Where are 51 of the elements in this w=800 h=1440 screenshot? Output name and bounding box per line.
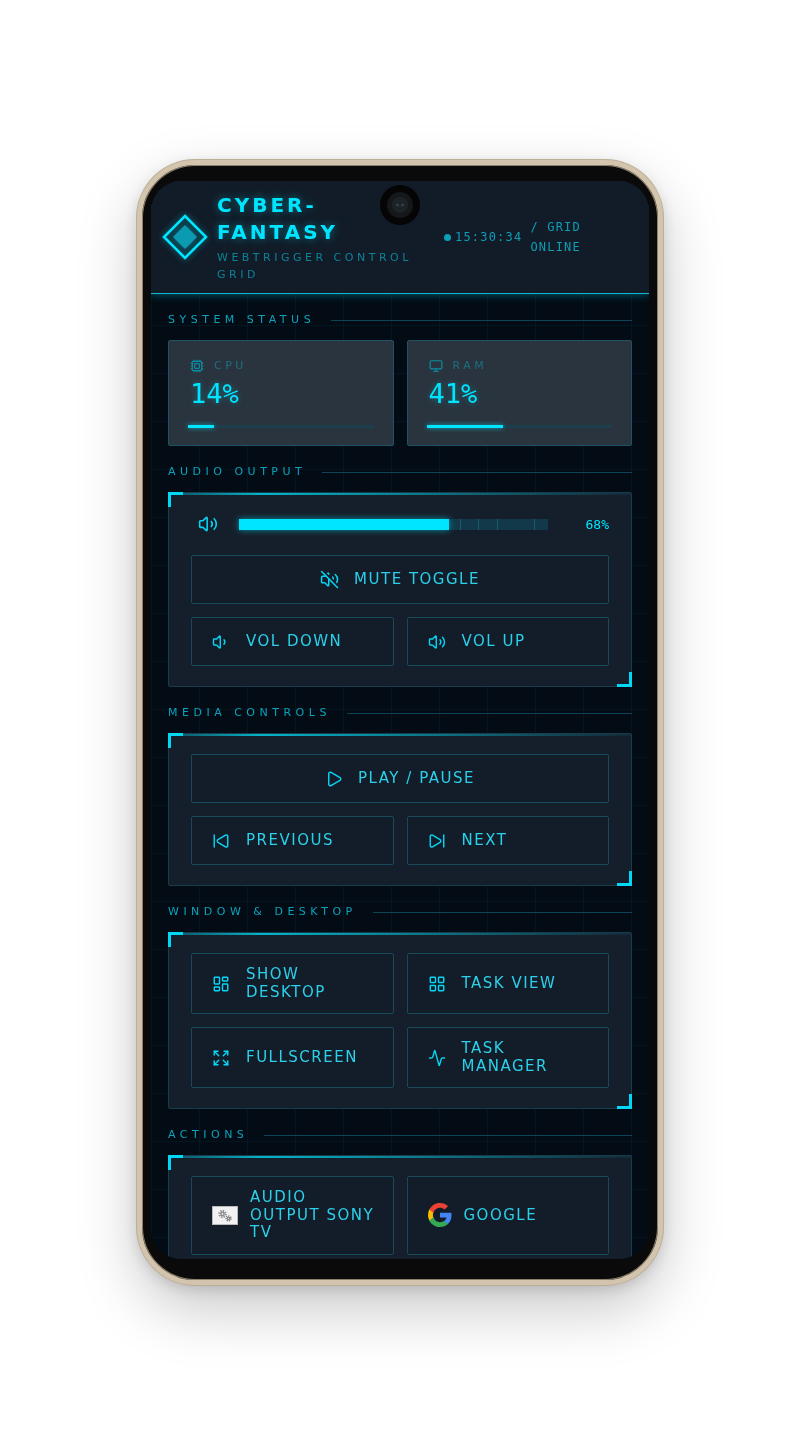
action-button[interactable]: MUTE TOGGLE: [191, 555, 609, 604]
action-button[interactable]: PREVIOUS: [191, 816, 394, 865]
app-title: CYBER-FANTASY: [217, 191, 340, 246]
camera-icon: [380, 185, 420, 225]
action-button[interactable]: TASK MANAGER: [406, 1027, 609, 1088]
expand-icon: [212, 1048, 230, 1067]
corner-bracket-icon: [168, 932, 183, 947]
diamond-logo-icon: [162, 214, 208, 260]
muted-speaker-icon: [320, 570, 340, 589]
dashboard-icon: [212, 974, 230, 993]
action-button[interactable]: VOL DOWN: [191, 617, 394, 666]
skip-back-icon: [212, 831, 230, 850]
action-button[interactable]: TASK VIEW: [406, 953, 609, 1014]
meter-label: RAM: [452, 360, 488, 372]
gears-icon: [212, 1205, 238, 1225]
skip-forward-icon: [427, 831, 446, 850]
corner-bracket-icon: [168, 733, 183, 748]
corner-bracket-icon: [617, 672, 632, 687]
section-title: SYSTEM STATUS: [168, 314, 316, 326]
action-button[interactable]: AUDIO OUTPUT SONY TV: [191, 1176, 394, 1255]
grid-icon: [427, 974, 446, 993]
monitor-icon: [428, 359, 443, 373]
corner-bracket-icon: [168, 492, 183, 507]
pulse-icon: [427, 1048, 446, 1067]
volume-track[interactable]: [239, 518, 548, 530]
volume-reading: 68%: [584, 516, 609, 532]
action-button[interactable]: SHOW DESKTOP: [191, 953, 394, 1014]
action-button[interactable]: GOOGLE: [406, 1176, 609, 1255]
chip-icon: [190, 359, 204, 373]
action-button[interactable]: FULLSCREEN: [191, 1027, 394, 1088]
speaker-icon: [427, 632, 446, 651]
meter-label: CPU: [214, 360, 247, 372]
status-text: / GRID ONLINE: [530, 219, 582, 256]
action-button[interactable]: PLAY / PAUSE: [191, 754, 609, 803]
section-title: WINDOW & DESKTOP: [168, 906, 357, 918]
corner-bracket-icon: [617, 871, 632, 886]
clock-text: 15:30:34: [455, 230, 523, 244]
meter-value: 14%: [190, 378, 240, 410]
section-title: MEDIA CONTROLS: [168, 707, 331, 719]
meter-value: 41%: [428, 378, 479, 410]
corner-bracket-icon: [168, 1155, 183, 1170]
app-subtitle: WEBTRIGGER CONTROL GRID: [217, 249, 413, 283]
corner-bracket-icon: [617, 1094, 632, 1109]
status-dot-icon: [444, 233, 451, 241]
play-icon: [325, 769, 344, 788]
action-button[interactable]: VOL UP: [406, 617, 609, 666]
g-logo-icon: [427, 1203, 452, 1228]
speaker-icon: [198, 514, 218, 534]
action-button[interactable]: NEXT: [406, 816, 609, 865]
section-title: AUDIO OUTPUT: [168, 466, 307, 478]
section-title: ACTIONS: [168, 1129, 249, 1141]
